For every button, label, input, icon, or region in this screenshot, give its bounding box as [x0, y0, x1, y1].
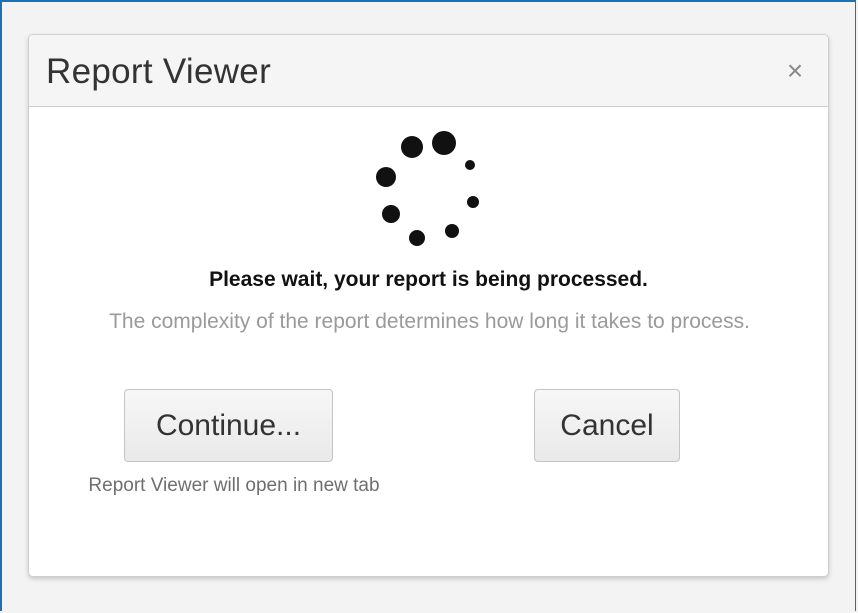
continue-button[interactable]: Continue...	[124, 389, 333, 462]
dialog-header: Report Viewer ×	[29, 35, 828, 107]
spinner-dot	[382, 205, 400, 223]
close-icon[interactable]: ×	[787, 55, 803, 86]
continue-note: Report Viewer will open in new tab	[88, 475, 380, 496]
spinner-dot	[465, 160, 475, 170]
cancel-button[interactable]: Cancel	[534, 389, 680, 462]
spinner-dot	[445, 224, 459, 238]
window-frame: Report Viewer × Please wait, your report…	[0, 0, 856, 611]
spinner-dot	[401, 136, 423, 158]
report-viewer-dialog: Report Viewer × Please wait, your report…	[28, 34, 829, 577]
close-button[interactable]: ×	[782, 57, 808, 85]
processing-message: Please wait, your report is being proces…	[209, 268, 648, 291]
spinner-dot	[467, 196, 479, 208]
spinner-dot	[432, 131, 456, 155]
spinner-dot	[409, 230, 425, 246]
spinner-dot	[376, 167, 396, 187]
dialog-title: Report Viewer	[46, 52, 272, 91]
loading-spinner-icon	[376, 131, 479, 246]
complexity-message: The complexity of the report determines …	[109, 310, 750, 333]
